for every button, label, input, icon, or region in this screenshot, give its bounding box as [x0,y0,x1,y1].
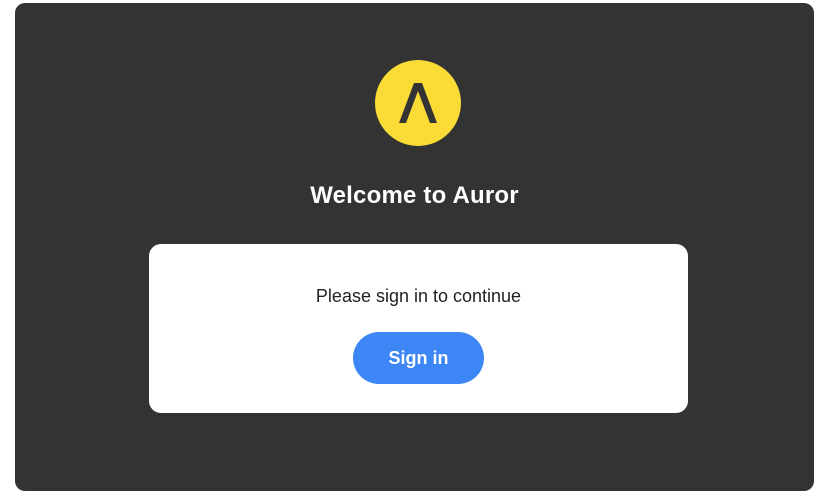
login-screen: Welcome to Auror Please sign in to conti… [15,3,814,491]
auror-logo [375,60,461,146]
signin-prompt: Please sign in to continue [315,286,522,306]
caret-up-icon [399,83,437,123]
sign-in-button[interactable]: Sign in [353,332,484,384]
welcome-title: Welcome to Auror [310,182,519,209]
signin-card: Please sign in to continue Sign in [149,244,688,413]
